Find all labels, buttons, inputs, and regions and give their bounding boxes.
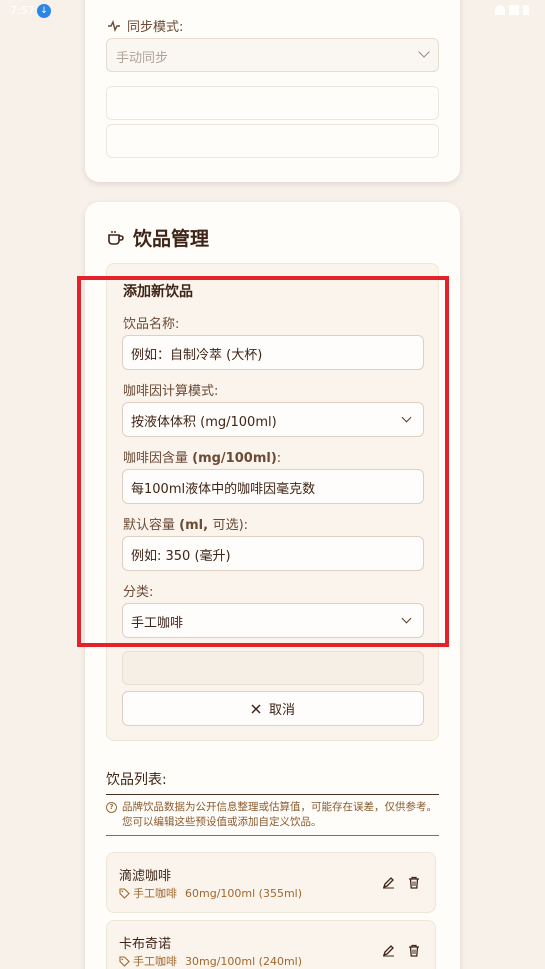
edit-icon[interactable] [382, 944, 395, 957]
sync-mode-label: 同步模式: [107, 16, 183, 35]
cancel-button-label: 取消 [268, 703, 295, 718]
sync-mode-select[interactable]: 手动同步 [106, 38, 439, 72]
drink-item-category: 手工咖啡 [119, 953, 177, 969]
drink-item-meta: 手工咖啡 60mg/100ml (355ml) [119, 885, 302, 901]
chevron-down-icon [418, 46, 430, 58]
drink-item-name: 滴滤咖啡 [119, 869, 172, 884]
drink-item-detail: 30mg/100ml (240ml) [185, 954, 303, 968]
sync-card: 同步模式: 手动同步 [85, 0, 460, 182]
tag-icon [119, 955, 130, 967]
help-circle-icon: ? [106, 802, 117, 813]
cup-icon [108, 230, 124, 245]
drink-item-meta: 手工咖啡 30mg/100ml (240ml) [119, 953, 302, 969]
data-disclaimer-note: ? 品牌饮品数据为公开信息整理或估算值，可能存在误差，仅供参考。您可以编辑这些预… [106, 800, 439, 836]
battery-icon [523, 5, 529, 15]
drink-item: 滴滤咖啡 手工咖啡 60mg/100ml (355ml) [106, 852, 436, 913]
section-title-text: 饮品管理 [133, 228, 210, 250]
download-icon: ↓ [37, 4, 51, 18]
status-indicators [495, 5, 529, 15]
activity-icon [108, 19, 120, 32]
save-drink-button[interactable] [122, 651, 424, 685]
sync-empty-row-2 [106, 124, 439, 158]
sync-mode-label-text: 同步模式: [127, 20, 184, 35]
sync-empty-row-1 [106, 86, 439, 120]
section-title: 饮品管理 [107, 224, 209, 251]
wifi-icon [495, 5, 505, 15]
drink-item: 卡布奇诺 手工咖啡 30mg/100ml (240ml) [106, 920, 436, 969]
cancel-button[interactable]: 取消 [122, 691, 424, 726]
x-icon [251, 703, 261, 714]
disclaimer-text: 品牌饮品数据为公开信息整理或估算值，可能存在误差，仅供参考。您可以编辑这些预设值… [122, 801, 437, 828]
trash-icon[interactable] [408, 944, 420, 957]
status-time: 7:57 [10, 4, 35, 17]
drink-item-detail: 60mg/100ml (355ml) [185, 886, 303, 900]
edit-icon[interactable] [382, 876, 395, 889]
trash-icon[interactable] [408, 876, 420, 889]
signal-icon [509, 5, 519, 15]
sync-mode-value: 手动同步 [116, 51, 169, 66]
drink-item-category-text: 手工咖啡 [133, 955, 177, 968]
drink-list-label: 饮品列表: [106, 769, 439, 795]
drink-item-category: 手工咖啡 [119, 885, 177, 901]
tag-icon [119, 887, 130, 899]
drink-item-name: 卡布奇诺 [119, 937, 172, 952]
highlight-box [77, 276, 449, 647]
drink-item-category-text: 手工咖啡 [133, 887, 177, 900]
